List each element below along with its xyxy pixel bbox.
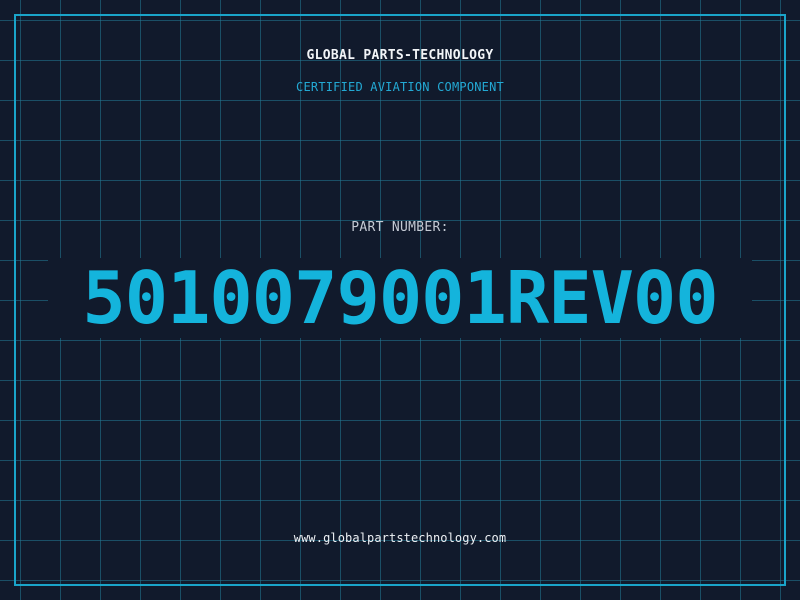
part-number-label: PART NUMBER: bbox=[351, 220, 449, 235]
company-name: GLOBAL PARTS-TECHNOLOGY bbox=[306, 48, 494, 63]
part-label-card: GLOBAL PARTS-TECHNOLOGY CERTIFIED AVIATI… bbox=[0, 0, 800, 600]
website-url: www.globalpartstechnology.com bbox=[293, 531, 507, 545]
certification-tagline: CERTIFIED AVIATION COMPONENT bbox=[296, 80, 504, 94]
part-number-value: 5010079001REV00 bbox=[82, 256, 718, 340]
part-number-panel: 5010079001REV00 bbox=[48, 258, 752, 338]
